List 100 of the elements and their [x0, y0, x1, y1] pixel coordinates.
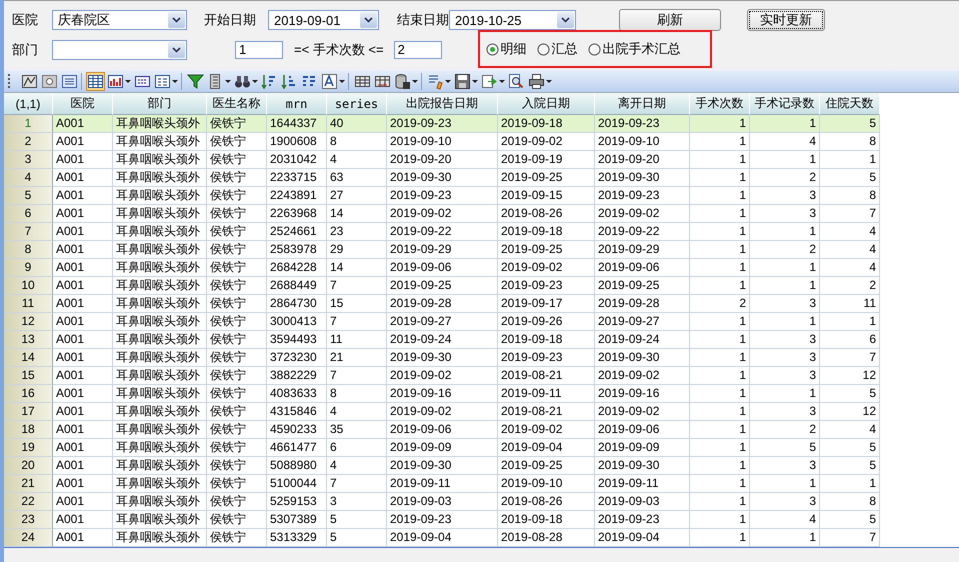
database-icon[interactable] — [394, 72, 411, 90]
caret-icon[interactable] — [472, 80, 478, 82]
table-cell: 耳鼻咽喉头颈外 — [113, 403, 207, 421]
max-count-field[interactable]: 2 — [394, 41, 442, 59]
table-cell: 1 — [690, 511, 750, 529]
table-cell: 2019-09-20 — [387, 151, 498, 169]
row-number[interactable]: 22 — [4, 493, 53, 511]
font-icon[interactable] — [321, 72, 338, 90]
filter-icon[interactable] — [187, 72, 204, 90]
row-number[interactable]: 12 — [4, 313, 53, 331]
table-cell: 2019-09-27 — [387, 313, 498, 331]
grid-icon[interactable] — [87, 72, 104, 90]
table-cell: 1 — [690, 259, 750, 277]
table-cell: 耳鼻咽喉头颈外 — [113, 385, 207, 403]
caret-icon[interactable] — [339, 80, 345, 82]
row-number[interactable]: 6 — [4, 205, 53, 223]
table-cell: 耳鼻咽喉头颈外 — [113, 151, 207, 169]
table-cell: 2019-09-02 — [387, 205, 498, 223]
column-header[interactable]: 入院日期 — [498, 93, 595, 115]
column-header[interactable]: 部门 — [113, 93, 207, 115]
table-cell: 2019-09-18 — [498, 511, 595, 529]
radio-label[interactable]: 出院手术汇总 — [602, 40, 681, 58]
column-header[interactable]: series — [327, 93, 387, 115]
radio-label[interactable]: 明细 — [500, 40, 527, 58]
column-header[interactable]: mrn — [267, 93, 327, 115]
table-cell: 5 — [327, 529, 387, 547]
table-cell: A001 — [53, 457, 113, 475]
row-number[interactable]: 18 — [4, 421, 53, 439]
row-number[interactable]: 4 — [4, 169, 53, 187]
caret-icon[interactable] — [172, 80, 178, 82]
row-number[interactable]: 24 — [4, 529, 53, 547]
table-cell: 侯铁宁 — [207, 277, 267, 295]
table-cell: 2019-09-06 — [595, 259, 690, 277]
row-number[interactable]: 5 — [4, 187, 53, 205]
caret-icon[interactable] — [499, 80, 505, 82]
sort-up-icon[interactable] — [261, 72, 278, 90]
print-icon[interactable] — [528, 72, 545, 90]
row-number[interactable]: 23 — [4, 511, 53, 529]
save-icon[interactable] — [454, 72, 471, 90]
radio-button[interactable] — [486, 42, 499, 56]
row-number[interactable]: 15 — [4, 367, 53, 385]
row-number[interactable]: 1 — [4, 115, 53, 133]
table-cell: 2019-09-28 — [387, 295, 498, 313]
row-number[interactable]: 16 — [4, 385, 53, 403]
table-cell: 4 — [820, 259, 880, 277]
table-cell: 1 — [690, 457, 750, 475]
row-number[interactable]: 19 — [4, 439, 53, 457]
table-cell: 1 — [690, 385, 750, 403]
column-header[interactable]: 离开日期 — [595, 93, 690, 115]
end-date-picker[interactable]: 2019-10-25 — [449, 10, 576, 30]
caret-icon[interactable] — [412, 80, 418, 82]
row-number[interactable]: 17 — [4, 403, 53, 421]
caret-icon[interactable] — [252, 80, 258, 82]
table-cell: 侯铁宁 — [207, 511, 267, 529]
caret-icon[interactable] — [546, 80, 552, 82]
column-header[interactable]: 医院 — [53, 93, 113, 115]
row-number[interactable]: 10 — [4, 277, 53, 295]
table-cell: 3 — [750, 403, 820, 421]
sort-down-icon[interactable] — [281, 72, 298, 90]
row-number[interactable]: 3 — [4, 151, 53, 169]
radio-button[interactable] — [588, 42, 601, 56]
pencil-icon[interactable] — [427, 72, 444, 90]
refresh-button[interactable]: 刷新 — [619, 9, 721, 31]
table-cell: 2019-09-09 — [387, 439, 498, 457]
row-number[interactable]: 20 — [4, 457, 53, 475]
row-number[interactable]: 11 — [4, 295, 53, 313]
caret-icon[interactable] — [445, 80, 451, 82]
row-number[interactable]: 2 — [4, 133, 53, 151]
department-dropdown[interactable] — [52, 40, 187, 60]
column-header[interactable]: 手术记录数 — [750, 93, 820, 115]
table-cell: 2019-09-02 — [595, 403, 690, 421]
preview-icon[interactable] — [508, 72, 525, 90]
table-cell: 7 — [820, 529, 880, 547]
row-number[interactable]: 14 — [4, 349, 53, 367]
table-cell: 7 — [820, 349, 880, 367]
column-header[interactable]: 出院报告日期 — [387, 93, 498, 115]
column-header[interactable]: 住院天数 — [820, 93, 880, 115]
column-header[interactable]: 医生名称 — [207, 93, 267, 115]
row-number[interactable]: 7 — [4, 223, 53, 241]
caret-icon[interactable] — [125, 80, 131, 82]
form-icon[interactable] — [154, 72, 171, 90]
row-number[interactable]: 21 — [4, 475, 53, 493]
chart-icon[interactable] — [107, 72, 124, 90]
start-date-picker[interactable]: 2019-09-01 — [268, 10, 379, 30]
radio-label[interactable]: 汇总 — [552, 40, 578, 58]
realtime-update-button[interactable]: 实时更新 — [747, 9, 825, 31]
table-cell: 1900608 — [267, 133, 327, 151]
export-icon[interactable] — [481, 72, 498, 90]
row-number[interactable]: 8 — [4, 241, 53, 259]
table-cell: 29 — [327, 241, 387, 259]
table-cell: 12 — [820, 403, 880, 421]
row-number[interactable]: 13 — [4, 331, 53, 349]
list-icon[interactable] — [61, 72, 78, 90]
row-number[interactable]: 9 — [4, 259, 53, 277]
radio-button[interactable] — [536, 42, 550, 56]
min-count-field[interactable]: 1 — [235, 41, 283, 59]
caret-icon[interactable] — [225, 80, 231, 82]
table-cell: 2019-08-21 — [498, 403, 595, 421]
hospital-dropdown[interactable]: 庆春院区 — [52, 10, 187, 30]
column-header[interactable]: 手术次数 — [690, 93, 750, 115]
